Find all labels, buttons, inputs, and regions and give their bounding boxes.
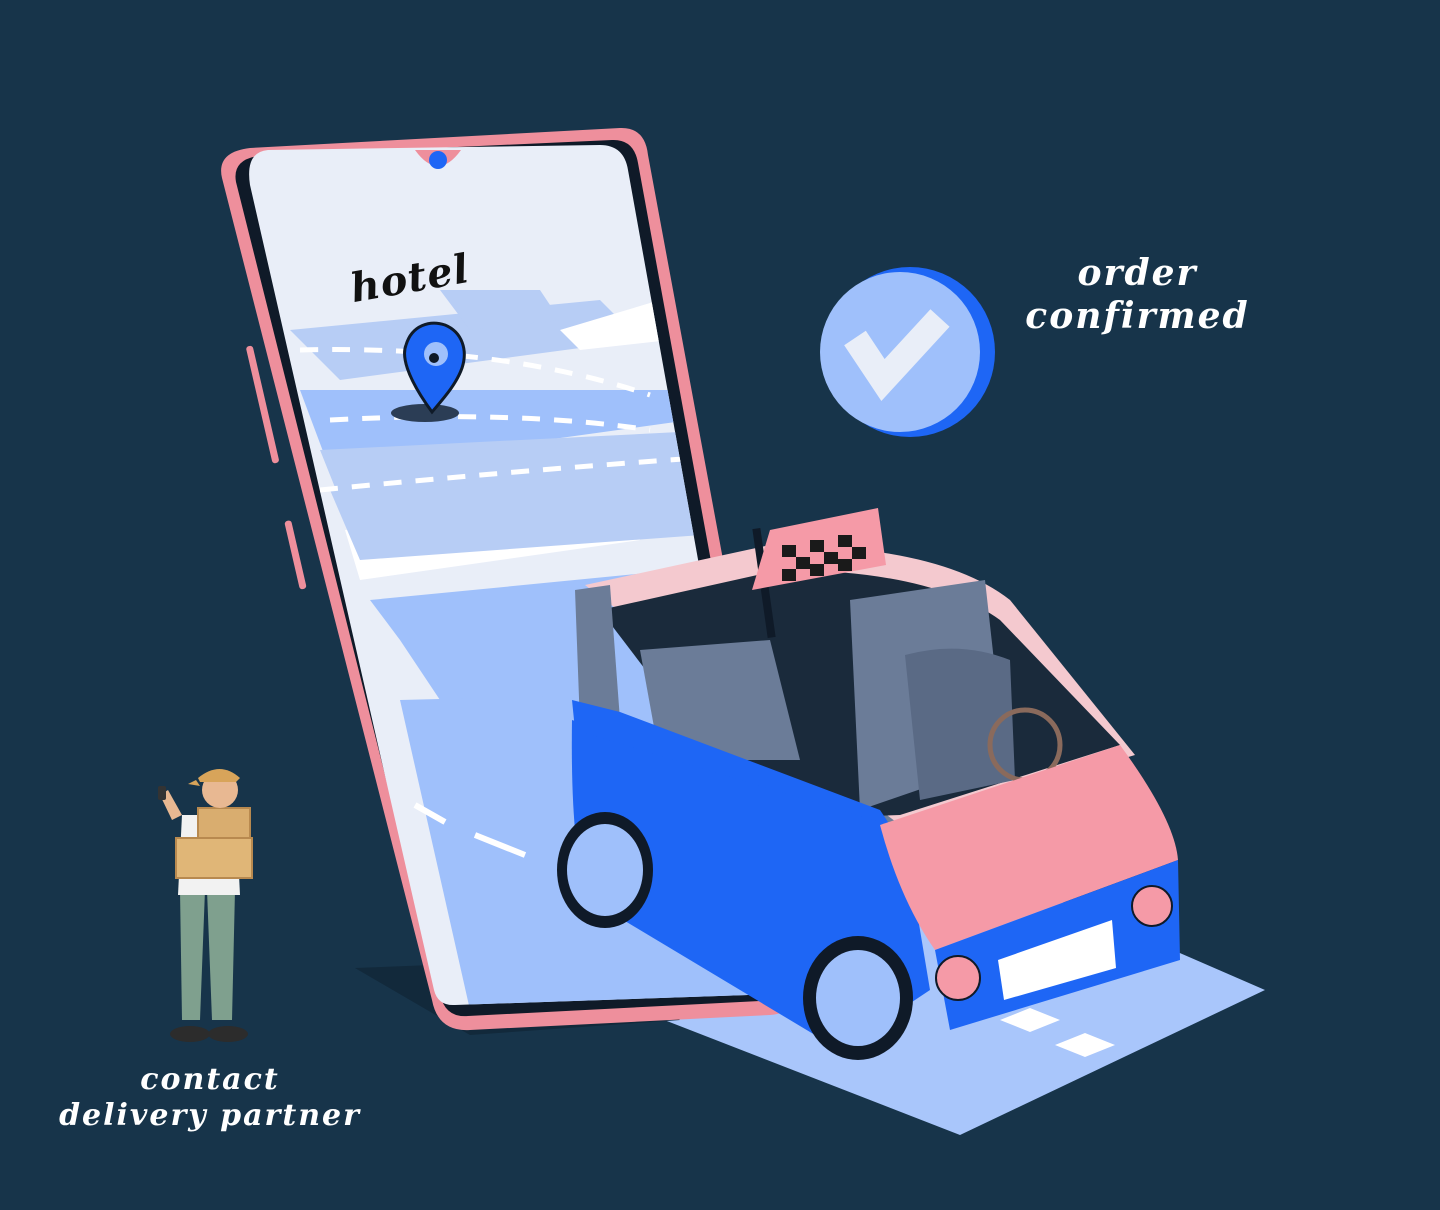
contact-delivery-caption: contact delivery partner — [40, 1062, 380, 1134]
order-status-line2: confirmed — [1025, 295, 1250, 338]
illustration — [158, 127, 1265, 1135]
contact-caption-line1: contact — [140, 1062, 280, 1097]
check-icon — [820, 267, 995, 437]
order-status: order confirmed — [985, 252, 1290, 338]
order-status-line1: order — [1077, 252, 1198, 294]
delivery-person — [158, 769, 253, 1042]
contact-caption-line2: delivery partner — [59, 1098, 361, 1133]
